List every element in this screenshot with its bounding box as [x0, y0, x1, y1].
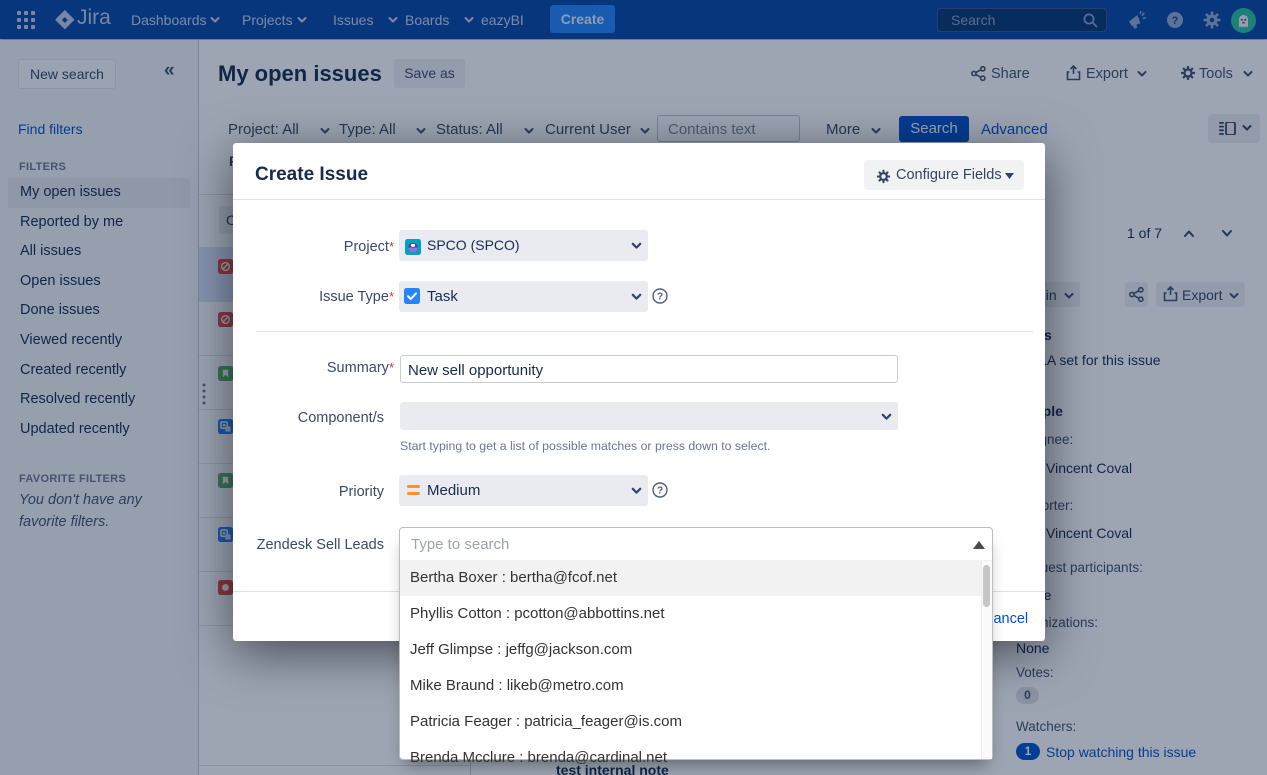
svg-text:?: ? [657, 486, 663, 497]
svg-text:?: ? [657, 292, 663, 303]
